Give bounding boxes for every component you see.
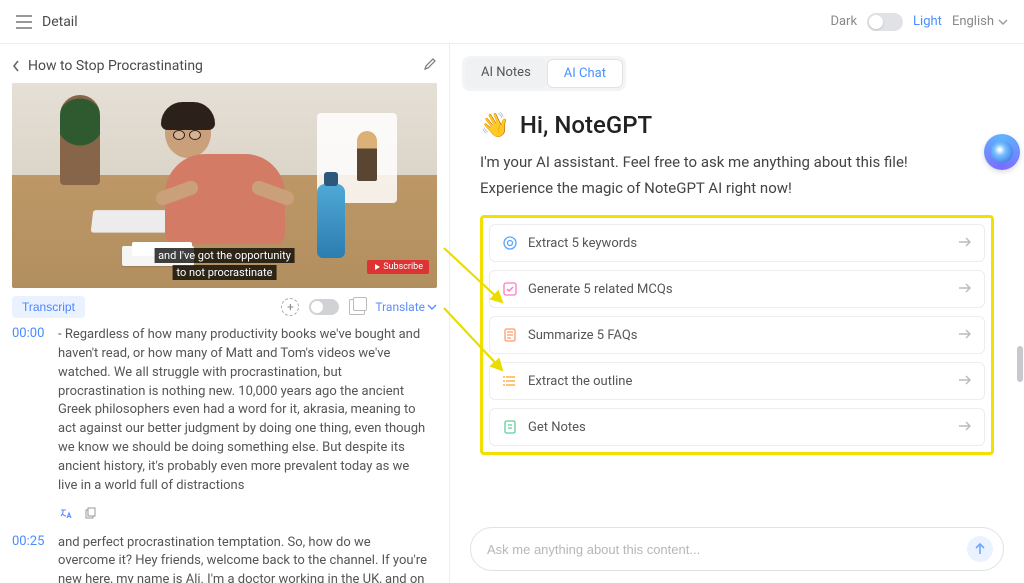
copy-line-icon[interactable] bbox=[82, 506, 98, 522]
suggestion-highlight: Extract 5 keywords Generate 5 related MC… bbox=[480, 215, 994, 455]
note-icon bbox=[502, 327, 518, 343]
chat-intro-2: Experience the magic of NoteGPT AI right… bbox=[480, 179, 994, 197]
check-icon bbox=[502, 281, 518, 297]
translate-button[interactable]: Translate bbox=[375, 300, 437, 314]
light-label: Light bbox=[913, 14, 942, 29]
transcript-button[interactable]: Transcript bbox=[12, 296, 85, 318]
chat-input-row bbox=[470, 527, 1004, 571]
tab-ai-chat[interactable]: AI Chat bbox=[547, 59, 623, 88]
chat-input[interactable] bbox=[487, 542, 959, 557]
suggest-generate-mcqs[interactable]: Generate 5 related MCQs bbox=[489, 270, 985, 308]
arrow-right-icon bbox=[958, 420, 972, 435]
copy-icon[interactable] bbox=[349, 299, 365, 315]
arrow-right-icon bbox=[958, 236, 972, 251]
suggest-extract-keywords[interactable]: Extract 5 keywords bbox=[489, 224, 985, 262]
video-title: How to Stop Procrastinating bbox=[28, 58, 203, 74]
doc-icon bbox=[502, 419, 518, 435]
chevron-down-icon bbox=[998, 14, 1008, 29]
dark-label: Dark bbox=[830, 14, 857, 29]
suggest-summarize-faqs[interactable]: Summarize 5 FAQs bbox=[489, 316, 985, 354]
tab-ai-notes[interactable]: AI Notes bbox=[465, 59, 547, 88]
transcript-text: and perfect procrastination temptation. … bbox=[58, 534, 429, 583]
theme-toggle[interactable] bbox=[867, 13, 903, 31]
chat-greeting: Hi, NoteGPT bbox=[520, 111, 652, 139]
transcript-time[interactable]: 00:00 bbox=[12, 326, 50, 496]
page-title: Detail bbox=[42, 14, 78, 30]
transcript-item: 00:00 - Regardless of how many productiv… bbox=[12, 326, 429, 496]
suggest-extract-outline[interactable]: Extract the outline bbox=[489, 362, 985, 400]
target-icon bbox=[502, 235, 518, 251]
list-icon bbox=[502, 373, 518, 389]
arrow-right-icon bbox=[958, 282, 972, 297]
transcript-list[interactable]: 00:00 - Regardless of how many productiv… bbox=[12, 326, 437, 583]
suggest-get-notes[interactable]: Get Notes bbox=[489, 408, 985, 446]
subscribe-badge[interactable]: Subscribe bbox=[367, 260, 429, 274]
edit-icon[interactable] bbox=[423, 56, 437, 75]
menu-icon[interactable] bbox=[16, 15, 32, 29]
language-label: English bbox=[952, 14, 994, 29]
transcript-item: 00:25 and perfect procrastination tempta… bbox=[12, 534, 429, 583]
transcript-time[interactable]: 00:25 bbox=[12, 534, 50, 583]
back-icon[interactable] bbox=[12, 60, 20, 72]
transcript-text: - Regardless of how many productivity bo… bbox=[58, 326, 429, 496]
assistant-globe-button[interactable] bbox=[984, 134, 1020, 170]
arrow-right-icon bbox=[958, 374, 972, 389]
wave-icon: 👋 bbox=[480, 111, 510, 139]
arrow-right-icon bbox=[958, 328, 972, 343]
video-thumbnail[interactable]: and I've got the opportunity to not proc… bbox=[12, 83, 437, 288]
language-select[interactable]: English bbox=[952, 14, 1008, 29]
send-button[interactable] bbox=[967, 536, 993, 562]
translate-line-icon[interactable] bbox=[58, 506, 74, 522]
autoscroll-toggle[interactable] bbox=[309, 299, 339, 315]
add-icon[interactable]: + bbox=[281, 298, 299, 316]
chat-intro-1: I'm your AI assistant. Feel free to ask … bbox=[480, 153, 994, 171]
video-caption: and I've got the opportunity to not proc… bbox=[154, 248, 295, 280]
